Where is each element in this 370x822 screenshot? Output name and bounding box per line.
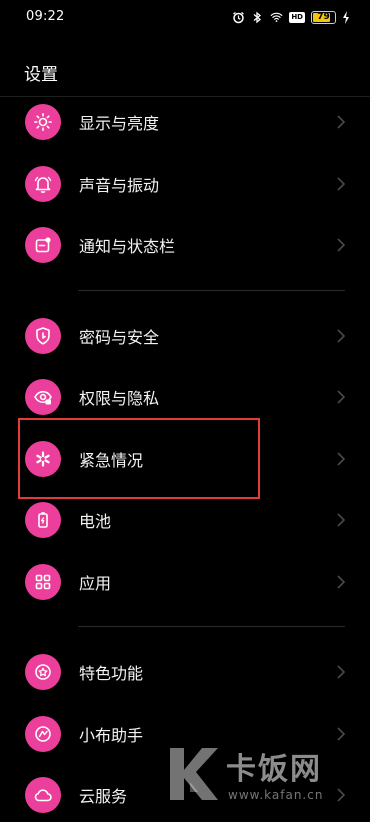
watermark-url: www.kafan.cn (228, 788, 324, 802)
status-time: 09:22 (26, 9, 65, 24)
notification-icon (25, 227, 61, 263)
group-divider (78, 290, 345, 291)
kafan-logo-icon (162, 742, 222, 806)
settings-item-label: 显示与亮度 (79, 114, 160, 133)
charging-icon (342, 10, 350, 24)
settings-item-label: 电池 (79, 512, 112, 531)
chevron-right-icon (336, 237, 346, 253)
hd-badge-icon: HD (289, 11, 305, 23)
bell-icon (25, 166, 61, 202)
apps-grid-icon (25, 564, 61, 600)
settings-item-password-security[interactable]: 密码与安全 (0, 308, 370, 364)
chevron-right-icon (336, 726, 346, 742)
settings-item-label: 云服务 (79, 787, 128, 806)
watermark-title: 卡饭网 (226, 752, 322, 787)
settings-item-battery[interactable]: 电池 (0, 492, 370, 548)
star-badge-icon (25, 654, 61, 690)
settings-item-permissions-privacy[interactable]: 权限与隐私 (0, 369, 370, 425)
battery-icon (25, 502, 61, 538)
chevron-right-icon (336, 389, 346, 405)
chevron-right-icon (336, 664, 346, 680)
cloud-icon (25, 777, 61, 813)
settings-item-sound-vibration[interactable]: 声音与振动 (0, 156, 370, 212)
settings-item-label: 通知与状态栏 (79, 237, 176, 256)
settings-item-label: 特色功能 (79, 664, 144, 683)
highlight-annotation-box (18, 418, 260, 499)
status-icons: HD 79 (232, 9, 350, 25)
settings-item-label: 声音与振动 (79, 176, 160, 195)
settings-item-display-brightness[interactable]: 显示与亮度 (0, 94, 370, 150)
eye-lock-icon (25, 379, 61, 415)
status-bar: 09:22 HD 79 (0, 0, 370, 34)
settings-item-special-features[interactable]: 特色功能 (0, 644, 370, 700)
group-divider (78, 626, 345, 627)
settings-item-label: 密码与安全 (79, 328, 160, 347)
page-title: 设置 (24, 65, 58, 85)
settings-item-apps[interactable]: 应用 (0, 554, 370, 610)
battery-icon: 79 (311, 10, 336, 24)
settings-item-label: 应用 (79, 574, 112, 593)
shield-icon (25, 318, 61, 354)
wifi-icon (270, 11, 283, 24)
chevron-right-icon (336, 574, 346, 590)
watermark: 卡饭网 www.kafan.cn (162, 742, 362, 814)
sun-icon (25, 104, 61, 140)
chevron-right-icon (336, 512, 346, 528)
chevron-right-icon (336, 451, 346, 467)
alarm-icon (232, 11, 245, 24)
bluetooth-icon (251, 11, 264, 24)
battery-percentage: 79 (317, 12, 330, 22)
settings-screen: 09:22 HD 79 设置 显示与亮度 声音与振动 通知与状态栏 密码与安全 … (0, 0, 370, 822)
chevron-right-icon (336, 114, 346, 130)
chevron-right-icon (336, 328, 346, 344)
assistant-icon (25, 716, 61, 752)
settings-item-label: 权限与隐私 (79, 389, 160, 408)
chevron-right-icon (336, 176, 346, 192)
settings-item-label: 小布助手 (79, 726, 144, 745)
settings-item-notifications[interactable]: 通知与状态栏 (0, 217, 370, 273)
